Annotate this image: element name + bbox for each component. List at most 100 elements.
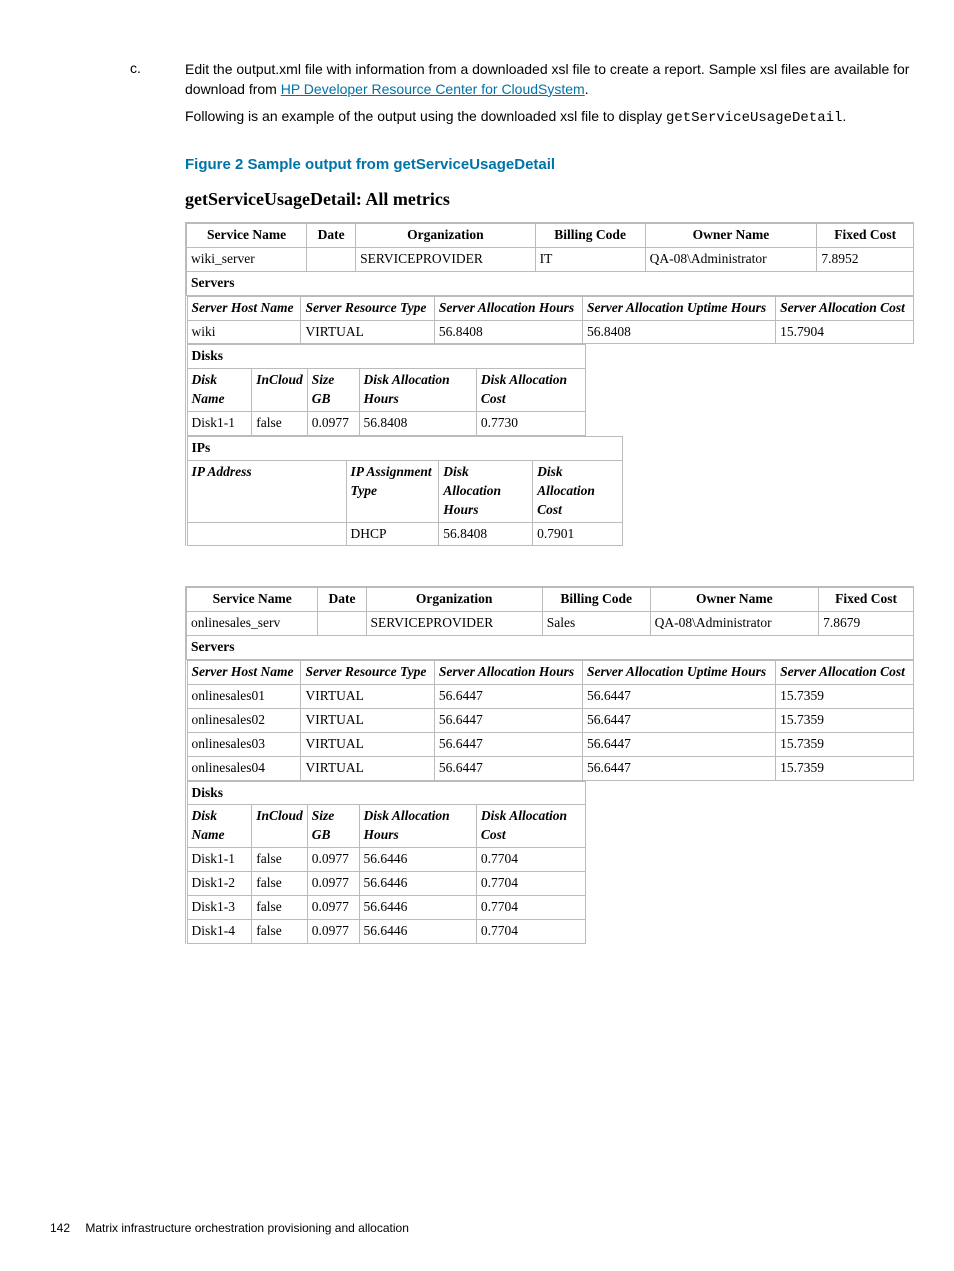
col-alloc-cost: Server Allocation Cost <box>776 296 913 320</box>
servers-heading: Servers <box>187 271 914 295</box>
col-disk-cost: Disk Allocation Cost <box>476 805 585 848</box>
col-organization: Organization <box>356 223 536 247</box>
cell <box>307 247 356 271</box>
disks-table: Disks Disk Name InCloud Size GB Disk All… <box>187 781 587 944</box>
resource-center-link[interactable]: HP Developer Resource Center for CloudSy… <box>281 81 585 97</box>
col-alloc-cost: Server Allocation Cost <box>776 661 913 685</box>
col-billing: Billing Code <box>535 223 645 247</box>
col-ip-type: IP Assignment Type <box>346 460 439 522</box>
cell: wiki <box>187 320 301 344</box>
col-incloud: InCloud <box>252 369 308 412</box>
servers-table: Server Host Name Server Resource Type Se… <box>187 296 914 345</box>
cell: wiki_server <box>187 247 307 271</box>
col-disk-name: Disk Name <box>187 369 252 412</box>
table-row: Disk1-2false0.097756.64460.7704 <box>187 872 586 896</box>
paragraph-text: . <box>842 108 846 124</box>
cell: QA-08\Administrator <box>650 612 819 636</box>
cell: VIRTUAL <box>301 320 434 344</box>
table-row: DHCP 56.8408 0.7901 <box>187 522 622 546</box>
report-block-1: Service Name Date Organization Billing C… <box>185 222 914 546</box>
paragraph-text: Following is an example of the output us… <box>185 108 666 124</box>
service-table: Service Name Date Organization Billing C… <box>186 587 914 943</box>
col-host: Server Host Name <box>187 296 301 320</box>
col-disk-cost: Disk Allocation Cost <box>476 369 585 412</box>
cell: 7.8679 <box>819 612 914 636</box>
cell: IT <box>535 247 645 271</box>
col-size: Size GB <box>307 805 359 848</box>
table-row: Disk1-3false0.097756.64460.7704 <box>187 896 586 920</box>
cell: 0.7901 <box>533 522 623 546</box>
cell: false <box>252 412 308 436</box>
table-row: Disk1-4false0.097756.64460.7704 <box>187 919 586 943</box>
figure-title: Figure 2 Sample output from getServiceUs… <box>185 154 914 175</box>
table-row: onlinesales04VIRTUAL56.644756.644715.735… <box>187 756 913 780</box>
col-owner: Owner Name <box>650 588 819 612</box>
col-disk-hours: Disk Allocation Hours <box>359 369 476 412</box>
table-row: Disk1-1false0.097756.64460.7704 <box>187 848 586 872</box>
col-disk-hours: Disk Allocation Hours <box>359 805 476 848</box>
cell: SERVICEPROVIDER <box>366 612 542 636</box>
disks-table: Disks Disk Name InCloud Size GB Disk All… <box>187 344 587 436</box>
col-alloc-hours: Server Allocation Hours <box>434 661 582 685</box>
ips-table: IPs IP Address IP Assignment Type Disk A… <box>187 436 623 546</box>
col-uptime-hours: Server Allocation Uptime Hours <box>582 661 775 685</box>
col-host: Server Host Name <box>187 661 301 685</box>
table-row: wiki_server SERVICEPROVIDER IT QA-08\Adm… <box>187 247 914 271</box>
col-fixed-cost: Fixed Cost <box>817 223 914 247</box>
servers-heading: Servers <box>187 636 914 660</box>
list-content: Edit the output.xml file with informatio… <box>185 60 914 984</box>
cell: onlinesales_serv <box>187 612 318 636</box>
col-date: Date <box>318 588 366 612</box>
col-service-name: Service Name <box>187 223 307 247</box>
col-size: Size GB <box>307 369 359 412</box>
cell: 15.7904 <box>776 320 913 344</box>
table-row: onlinesales02VIRTUAL56.644756.644715.735… <box>187 708 913 732</box>
table-row: Disk1-1 false 0.0977 56.8408 0.7730 <box>187 412 586 436</box>
ips-heading: IPs <box>187 436 622 460</box>
col-disk-name: Disk Name <box>187 805 252 848</box>
ordered-list-item: c. Edit the output.xml file with informa… <box>130 60 914 984</box>
cell: Disk1-1 <box>187 412 252 436</box>
col-alloc-hours: Server Allocation Hours <box>434 296 582 320</box>
disks-heading: Disks <box>187 345 586 369</box>
col-date: Date <box>307 223 356 247</box>
table-row: onlinesales01VIRTUAL56.644756.644715.735… <box>187 685 913 709</box>
cell: 56.8408 <box>434 320 582 344</box>
cell: DHCP <box>346 522 439 546</box>
cell <box>187 522 346 546</box>
page-footer: 142 Matrix infrastructure orchestration … <box>50 1221 409 1235</box>
disks-heading: Disks <box>187 781 586 805</box>
servers-table: Server Host Name Server Resource Type Se… <box>187 660 914 780</box>
table-row: wiki VIRTUAL 56.8408 56.8408 15.7904 <box>187 320 913 344</box>
cell: 56.8408 <box>439 522 533 546</box>
table-row: onlinesales03VIRTUAL56.644756.644715.735… <box>187 732 913 756</box>
col-ip-hours: Disk Allocation Hours <box>439 460 533 522</box>
col-billing: Billing Code <box>542 588 650 612</box>
col-ip-cost: Disk Allocation Cost <box>533 460 623 522</box>
col-incloud: InCloud <box>252 805 308 848</box>
cell: 0.0977 <box>307 412 359 436</box>
col-fixed-cost: Fixed Cost <box>819 588 914 612</box>
cell: 56.8408 <box>359 412 476 436</box>
col-resource-type: Server Resource Type <box>301 661 434 685</box>
cell: 7.8952 <box>817 247 914 271</box>
cell <box>318 612 366 636</box>
cell: Sales <box>542 612 650 636</box>
list-marker: c. <box>130 60 185 984</box>
paragraph-text: . <box>585 81 589 97</box>
footer-text: Matrix infrastructure orchestration prov… <box>85 1221 409 1235</box>
report-title: getServiceUsageDetail: All metrics <box>185 187 914 212</box>
report-block-2: Service Name Date Organization Billing C… <box>185 586 914 943</box>
table-row: onlinesales_serv SERVICEPROVIDER Sales Q… <box>187 612 914 636</box>
cell: SERVICEPROVIDER <box>356 247 536 271</box>
page-number: 142 <box>50 1221 70 1235</box>
col-ip-address: IP Address <box>187 460 346 522</box>
col-organization: Organization <box>366 588 542 612</box>
col-uptime-hours: Server Allocation Uptime Hours <box>582 296 775 320</box>
col-resource-type: Server Resource Type <box>301 296 434 320</box>
col-service-name: Service Name <box>187 588 318 612</box>
code-text: getServiceUsageDetail <box>666 110 842 126</box>
cell: QA-08\Administrator <box>645 247 817 271</box>
service-table: Service Name Date Organization Billing C… <box>186 223 914 546</box>
cell: 56.8408 <box>582 320 775 344</box>
